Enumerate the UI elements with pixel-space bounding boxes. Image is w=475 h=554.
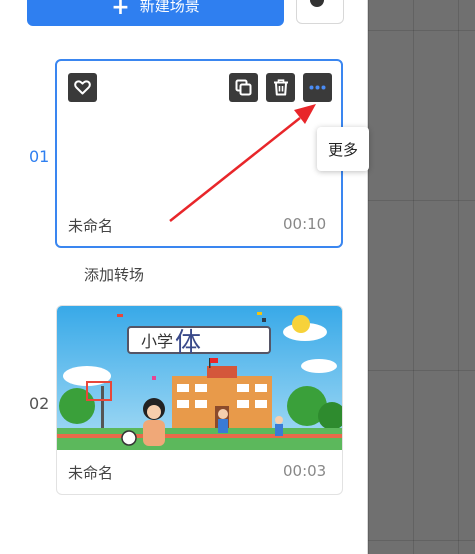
new-scene-button[interactable]: + 新建场景 <box>27 0 284 26</box>
heart-icon <box>74 80 91 95</box>
more-button[interactable] <box>303 73 332 102</box>
plus-icon: + <box>111 0 130 20</box>
trash-icon <box>273 79 288 96</box>
copy-button[interactable] <box>229 73 258 102</box>
music-button[interactable] <box>296 0 344 24</box>
favorite-button[interactable] <box>68 73 97 102</box>
scene-name: 未命名 <box>68 464 114 482</box>
thumbnail-title: 小学 体 <box>127 326 271 358</box>
scene-card-selected[interactable]: 未命名 00:10 <box>55 59 343 248</box>
add-transition-link[interactable]: 添加转场 <box>84 264 144 285</box>
delete-button[interactable] <box>266 73 295 102</box>
scene-duration: 00:03 <box>283 462 327 480</box>
more-tooltip: 更多 <box>317 127 369 171</box>
canvas-workspace[interactable] <box>368 0 475 554</box>
scene-number: 01 <box>29 147 50 166</box>
scene-duration: 00:10 <box>283 215 327 233</box>
more-icon <box>309 85 326 90</box>
thumbnail-title-part1: 小学 <box>141 332 174 351</box>
scene-card[interactable]: 小学 体 未命名 00:03 <box>56 305 343 495</box>
scene-name: 未命名 <box>68 217 114 235</box>
copy-icon <box>235 79 252 96</box>
new-scene-label: 新建场景 <box>139 0 200 15</box>
scene-number: 02 <box>29 394 50 413</box>
thumbnail-title-part2: 体 <box>175 327 202 358</box>
